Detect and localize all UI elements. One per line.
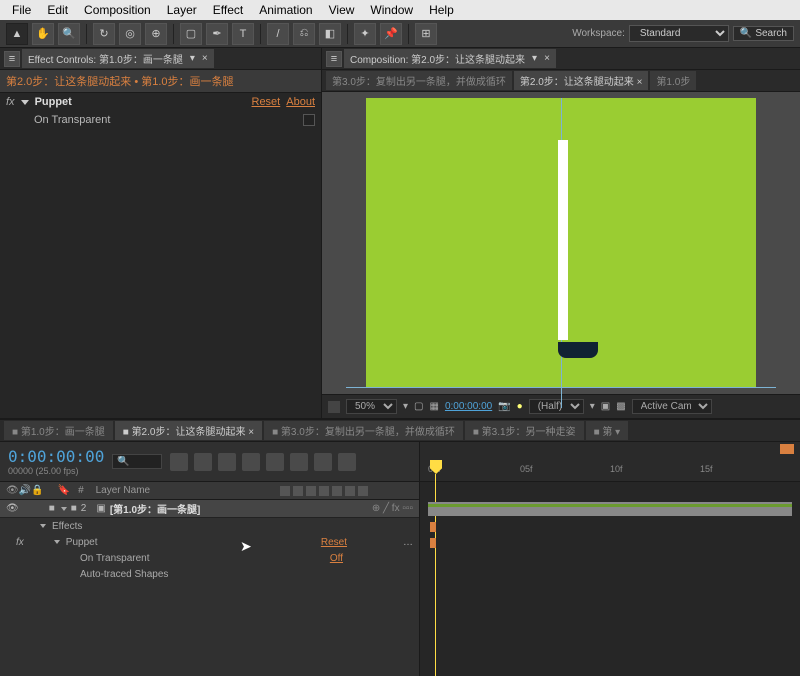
rotate-tool[interactable]: ↻ [93, 23, 115, 45]
selection-tool[interactable]: ▲ [6, 23, 28, 45]
composition-panel: ≡ Composition: 第2.0步：让这条腿动起来▾× 第3.0步：复制出… [322, 48, 800, 418]
toolbar: ▲ ✋ 🔍 ↻ ◎ ⊕ ▢ ✒ T / ⎌ ◧ ✦ 📌 ⊞ Workspace:… [0, 20, 800, 48]
keyframe-marker[interactable] [430, 522, 436, 532]
effect-puppet-row[interactable]: fx Puppet Reset About [0, 93, 321, 111]
menu-edit[interactable]: Edit [39, 3, 76, 17]
comp-tab-step1[interactable]: 第1.0步 [650, 71, 696, 90]
foot-shape [558, 342, 598, 358]
prop-effects[interactable]: Effects [0, 518, 419, 534]
clone-tool[interactable]: ⎌ [293, 23, 315, 45]
cursor-icon: ➤ [240, 538, 252, 555]
motion-blur-icon[interactable] [266, 453, 284, 471]
graph-editor-icon[interactable] [290, 453, 308, 471]
channel-icon[interactable]: ● [517, 401, 523, 412]
chevron-down-icon [21, 100, 29, 105]
timeline-tracks[interactable]: 00f 05f 10f 15f [420, 442, 800, 676]
eraser-tool[interactable]: ◧ [319, 23, 341, 45]
hand-tool[interactable]: ✋ [32, 23, 54, 45]
column-header: 👁🔊🔒🔖# Layer Name [0, 482, 419, 500]
chevron-down-icon [61, 507, 67, 511]
local-axis-icon[interactable]: ⊞ [415, 23, 437, 45]
leg-shape [558, 140, 568, 340]
panel-menu-icon[interactable]: ≡ [4, 51, 20, 67]
timeline-tab-step3[interactable]: ■ 第3.0步：复制出另一条腿，并做成循环 [264, 421, 463, 440]
grid2-icon[interactable]: ▩ [616, 401, 625, 412]
brush-tool[interactable]: / [267, 23, 289, 45]
search-help-button[interactable]: 🔍Search [733, 26, 794, 41]
grid-icon[interactable] [328, 401, 340, 413]
pan-behind-tool[interactable]: ⊕ [145, 23, 167, 45]
menu-window[interactable]: Window [362, 3, 421, 17]
expr-icon[interactable] [338, 453, 356, 471]
zoom-tool[interactable]: 🔍 [58, 23, 80, 45]
menubar: File Edit Composition Layer Effect Anima… [0, 0, 800, 20]
rectangle-tool[interactable]: ▢ [180, 23, 202, 45]
menu-view[interactable]: View [321, 3, 363, 17]
canvas [366, 98, 756, 388]
type-tool[interactable]: T [232, 23, 254, 45]
composition-panel-tab[interactable]: Composition: 第2.0步：让这条腿动起来▾× [344, 49, 556, 68]
view-select[interactable]: Active Camera [632, 399, 712, 414]
effect-controls-panel: ≡ Effect Controls: 第1.0步：画一条腿▾× 第2.0步：让这… [0, 48, 322, 418]
breadcrumb: 第2.0步：让这条腿动起来 • 第1.0步：画一条腿 [0, 70, 321, 93]
timeline-timecode[interactable]: 0:00:00:00 [8, 447, 104, 466]
pen-tool[interactable]: ✒ [206, 23, 228, 45]
comp-tab-step3[interactable]: 第3.0步：复制出另一条腿，并做成循环 [326, 71, 512, 90]
menu-help[interactable]: Help [421, 3, 462, 17]
layer-row[interactable]: 👁■ ■ 2 ▣ [第1.0步：画一条腿] ⊕ ╱ fx ▫▫▫ [0, 500, 419, 518]
roi-icon[interactable]: ▢ [414, 401, 423, 412]
prop-autotraced[interactable]: Auto-traced Shapes [0, 566, 419, 582]
time-ruler[interactable]: 00f 05f 10f 15f [420, 442, 800, 482]
effect-controls-tab[interactable]: Effect Controls: 第1.0步：画一条腿▾× [22, 49, 214, 68]
layer-bar[interactable] [428, 502, 792, 516]
comp-tab-step2[interactable]: 第2.0步：让这条腿动起来 × [514, 71, 649, 90]
timeline-tab-step2[interactable]: ■ 第2.0步：让这条腿动起来 × [115, 421, 262, 440]
menu-layer[interactable]: Layer [159, 3, 205, 17]
puppet-tool[interactable]: 📌 [380, 23, 402, 45]
composition-viewer[interactable] [322, 92, 800, 394]
comp-mini-flow-icon[interactable] [170, 453, 188, 471]
workspace-select[interactable]: Standard [629, 25, 729, 42]
zoom-select[interactable]: 50% [346, 399, 397, 414]
workspace-label: Workspace: [572, 28, 625, 39]
layer-search-input[interactable] [112, 454, 162, 469]
prop-on-transparent: On Transparent [0, 111, 321, 129]
screen-icon[interactable]: ▣ [601, 401, 610, 412]
timeline-tab-more[interactable]: ■ 第 ▾ [586, 421, 629, 440]
menu-composition[interactable]: Composition [76, 3, 159, 17]
menu-animation[interactable]: Animation [251, 3, 320, 17]
search-icon: 🔍 [740, 28, 752, 39]
frame-blend-icon[interactable] [242, 453, 260, 471]
off-link[interactable]: Off [330, 553, 343, 564]
shy-icon[interactable] [218, 453, 236, 471]
brainstorm-icon[interactable] [314, 453, 332, 471]
timeline-panel: ■ 第1.0步：画一条腿 ■ 第2.0步：让这条腿动起来 × ■ 第3.0步：复… [0, 418, 800, 676]
prop-puppet[interactable]: fxPuppetReset… [0, 534, 419, 550]
reset-link[interactable]: Reset [321, 537, 347, 548]
menu-effect[interactable]: Effect [205, 3, 251, 17]
resolution-select[interactable]: (Half) [529, 399, 584, 414]
menu-file[interactable]: File [4, 3, 39, 17]
on-transparent-checkbox[interactable] [303, 114, 315, 126]
work-area-end-icon[interactable] [780, 444, 794, 454]
about-link[interactable]: About [286, 96, 315, 108]
viewer-timecode[interactable]: 0:00:00:00 [445, 401, 492, 412]
draft3d-icon[interactable] [194, 453, 212, 471]
prop-on-transparent[interactable]: On TransparentOff [0, 550, 419, 566]
timeline-fps: 00000 (25.00 fps) [8, 466, 104, 476]
roto-tool[interactable]: ✦ [354, 23, 376, 45]
panel-menu-icon[interactable]: ≡ [326, 51, 342, 67]
snapshot-icon[interactable]: 📷 [498, 401, 510, 412]
reset-link[interactable]: Reset [252, 96, 281, 108]
transparency-icon[interactable]: ▦ [429, 401, 438, 412]
timeline-tab-step31[interactable]: ■ 第3.1步：另一种走姿 [465, 421, 584, 440]
camera-tool[interactable]: ◎ [119, 23, 141, 45]
keyframe-marker[interactable] [430, 538, 436, 548]
timeline-tab-step1[interactable]: ■ 第1.0步：画一条腿 [4, 421, 113, 440]
